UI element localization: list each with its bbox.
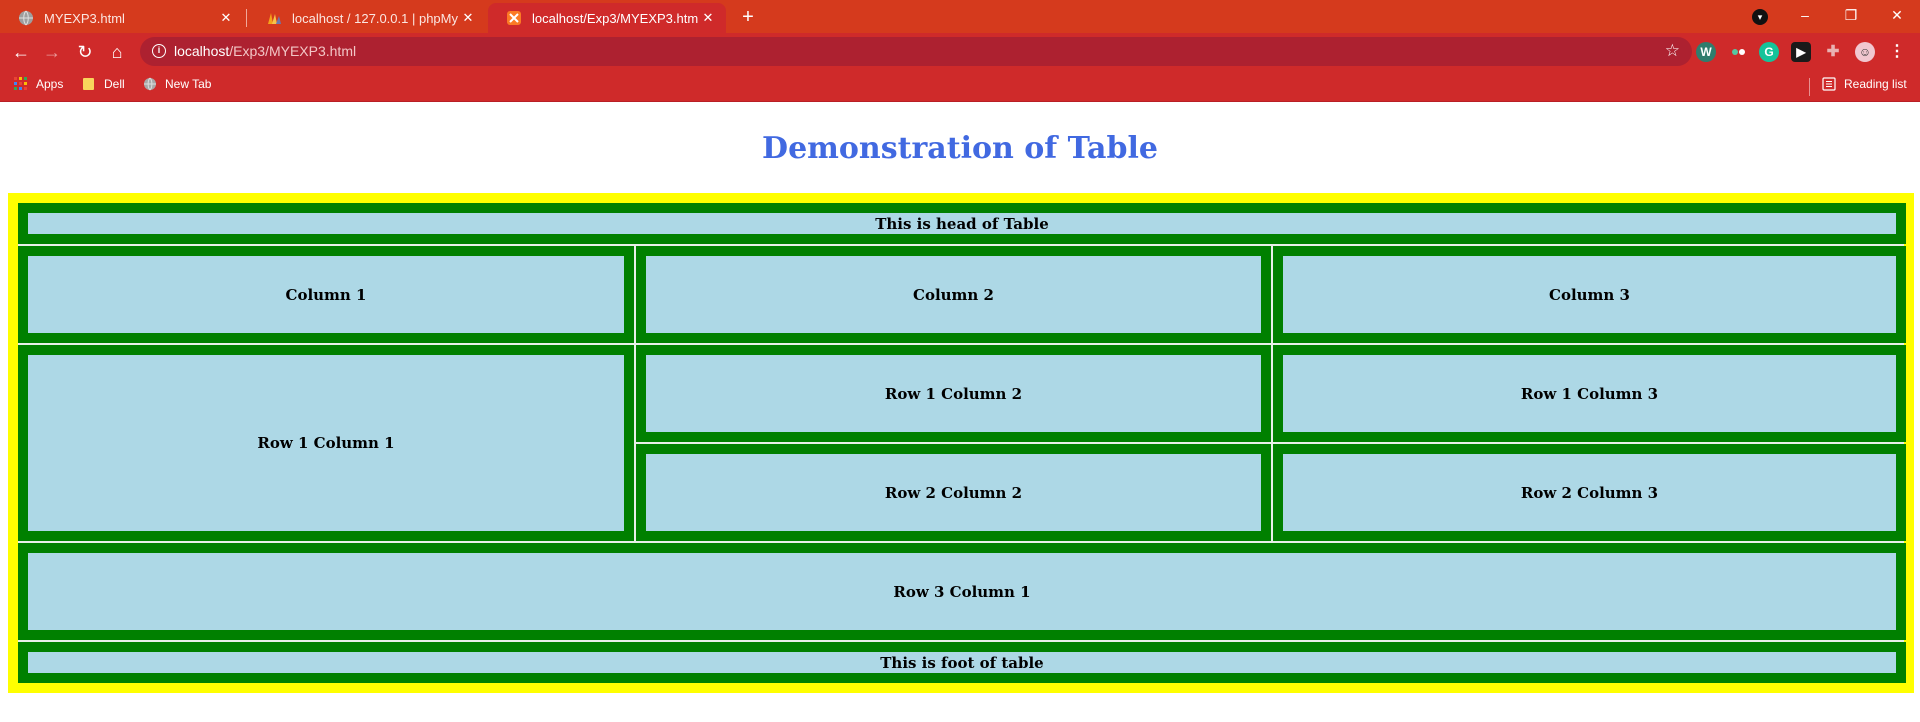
address-bar[interactable]: i localhost/Exp3/MYEXP3.html ☆ [140,37,1692,66]
tab-myexp3[interactable]: MYEXP3.html ✕ [0,3,244,33]
more-menu-icon[interactable]: ⋮ [1887,42,1907,62]
bookmark-label: Apps [36,77,64,91]
tab-title: localhost / 127.0.0.1 | phpMyAdmin [292,10,458,26]
apps-grid-icon [14,77,28,91]
url-path: /Exp3/MYEXP3.html [229,43,357,59]
close-tab-icon[interactable]: ✕ [216,10,236,26]
bookmark-new-tab[interactable]: New Tab [143,77,211,91]
extensions-puzzle-icon[interactable]: ✚ [1823,42,1843,62]
minimize-button[interactable]: – [1782,2,1828,28]
extension-w-icon[interactable]: W [1696,42,1716,62]
site-info-icon[interactable]: i [152,44,166,58]
chrome-menu-dropdown-icon[interactable]: ▾ [1752,9,1768,25]
bookmark-star-icon[interactable]: ☆ [1665,41,1680,61]
extension-media-icon[interactable]: ▶ [1791,42,1811,62]
home-button[interactable]: ⌂ [103,38,131,66]
xampp-icon [506,10,522,26]
page-title: Demonstration of Table [762,131,1158,166]
reading-list-icon [1822,77,1836,91]
page-content: Demonstration of Table This is head of T… [0,103,1920,722]
cell-text: Row 1 Column 2 [646,355,1261,432]
browser-toolbar: ← → ↻ ⌂ i localhost/Exp3/MYEXP3.html ☆ W… [0,33,1920,70]
table-head-text: This is head of Table [28,213,1896,234]
cell-row1-col1: Row 1 Column 1 [18,345,634,541]
bookmarks-bar: Apps Dell New Tab Reading list [0,70,1920,102]
tab-phpmyadmin[interactable]: localhost / 127.0.0.1 | phpMyAdmin ✕ [248,3,486,33]
url-text[interactable]: localhost/Exp3/MYEXP3.html [174,43,356,59]
forward-button[interactable]: → [38,38,66,66]
table-foot-cell: This is foot of table [18,642,1906,683]
globe-icon [18,10,34,26]
bookmark-dell[interactable]: Dell [82,77,125,91]
folder-icon [82,77,96,91]
close-window-button[interactable]: ✕ [1874,2,1920,28]
demo-table: This is head of Table Column 1 Column 2 … [18,203,1906,683]
cell-row1-col2: Row 1 Column 2 [636,345,1271,442]
header-cell-text: Column 2 [646,256,1261,333]
cell-text: Row 1 Column 3 [1283,355,1896,432]
tab-title: localhost/Exp3/MYEXP3.html [532,10,698,26]
header-cell-text: Column 1 [28,256,624,333]
cell-text: Row 2 Column 3 [1283,454,1896,531]
header-cell-column-2: Column 2 [636,246,1271,343]
bookmark-label: New Tab [165,77,212,91]
header-cell-text: Column 3 [1283,256,1896,333]
back-button[interactable]: ← [7,38,35,66]
url-host: localhost [174,43,230,59]
cell-row3-col1: Row 3 Column 1 [18,543,1906,640]
table-head-cell: This is head of Table [18,203,1906,244]
header-cell-column-1: Column 1 [18,246,634,343]
new-tab-button[interactable]: + [736,6,760,30]
globe-icon [143,77,157,91]
table-foot-text: This is foot of table [28,652,1896,673]
bookmark-label: Dell [104,77,125,91]
bookmark-apps[interactable]: Apps [14,77,63,91]
tab-divider [246,9,247,27]
phpmyadmin-icon [266,10,282,26]
tab-title: MYEXP3.html [44,10,125,26]
close-tab-icon[interactable]: ✕ [458,10,478,26]
cell-text: Row 1 Column 1 [28,355,624,531]
cell-row2-col2: Row 2 Column 2 [636,444,1271,541]
cell-text: Row 3 Column 1 [28,553,1896,630]
profile-avatar[interactable]: ☺ [1855,42,1875,62]
reading-list-label: Reading list [1844,77,1907,91]
reload-button[interactable]: ↻ [71,38,99,66]
reading-list-button[interactable]: Reading list [1822,77,1907,91]
table-outer-border: This is head of Table Column 1 Column 2 … [8,193,1914,693]
restore-button[interactable]: ❐ [1828,2,1874,28]
header-cell-column-3: Column 3 [1273,246,1906,343]
tab-myexp3-localhost[interactable]: localhost/Exp3/MYEXP3.html ✕ [488,3,726,33]
extension-toggle-icon[interactable] [1728,42,1748,62]
tab-strip: MYEXP3.html ✕ localhost / 127.0.0.1 | ph… [0,0,1920,33]
cell-row2-col3: Row 2 Column 3 [1273,444,1906,541]
cell-text: Row 2 Column 2 [646,454,1261,531]
close-tab-icon[interactable]: ✕ [698,10,718,26]
bookmarks-divider [1809,78,1810,96]
grammarly-icon[interactable]: G [1759,42,1779,62]
cell-row1-col3: Row 1 Column 3 [1273,345,1906,442]
